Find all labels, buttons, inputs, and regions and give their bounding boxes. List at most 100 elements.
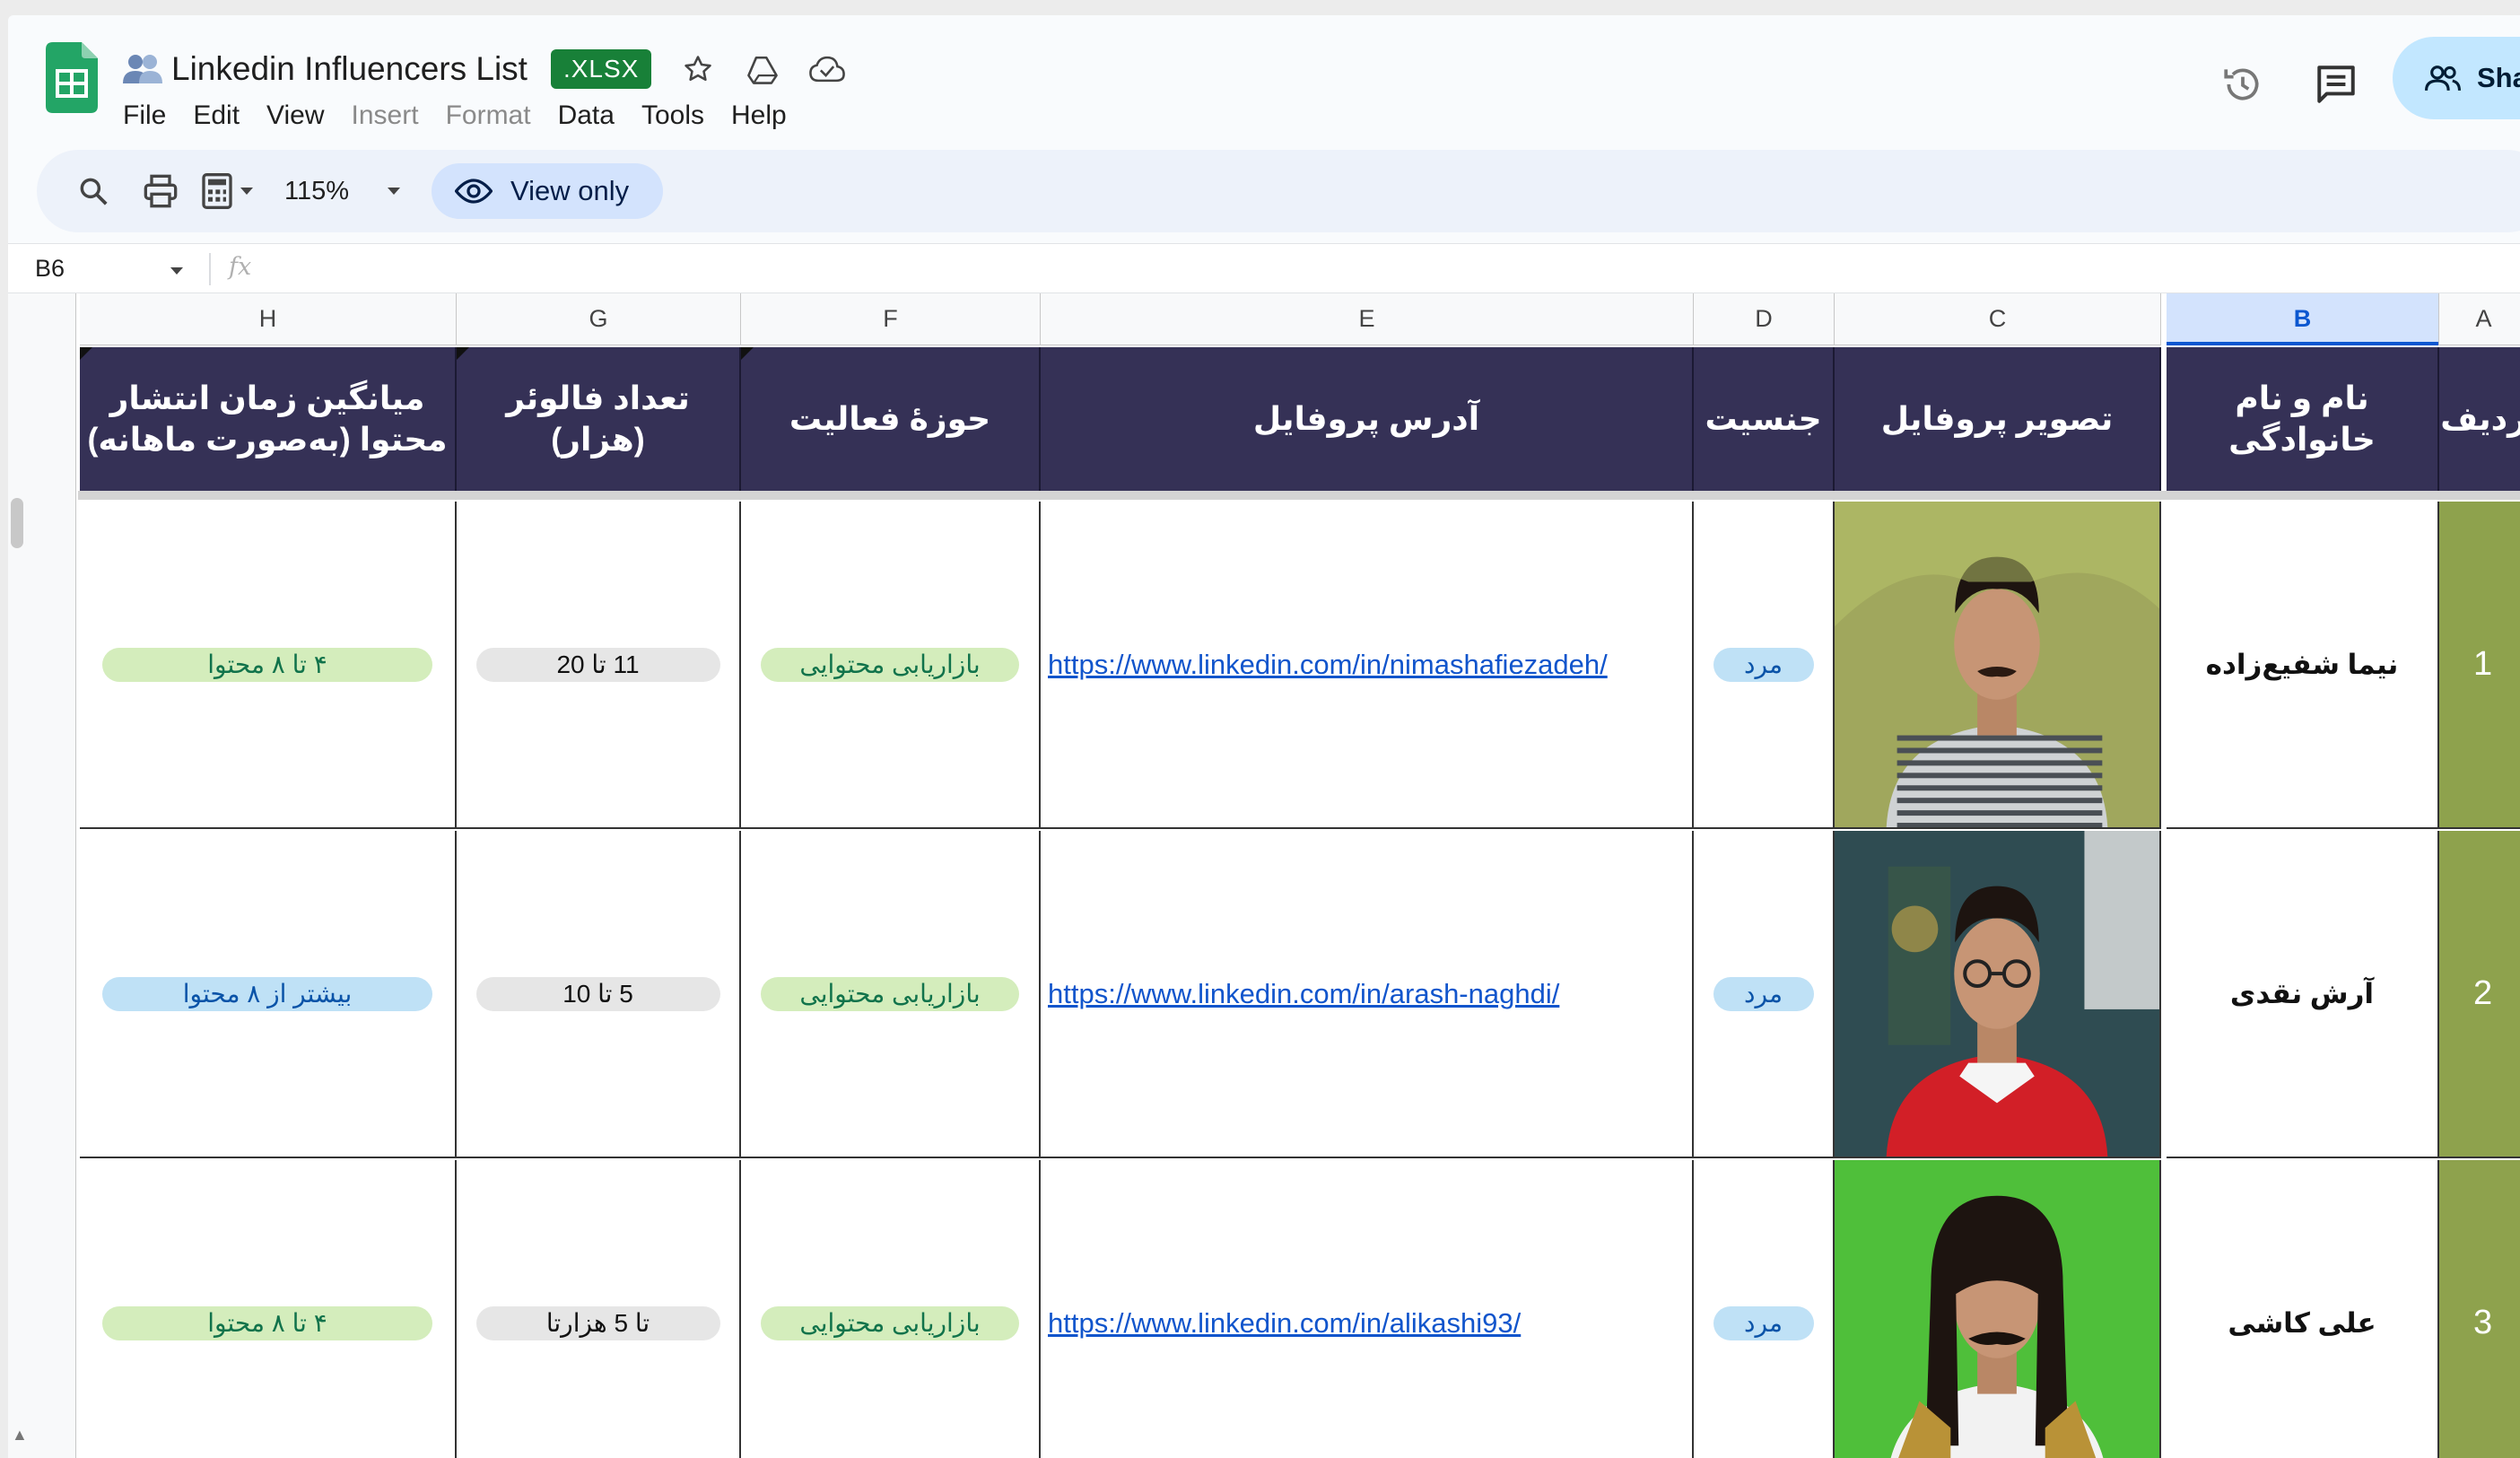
profile-photo	[1835, 1160, 2159, 1458]
column-header-c[interactable]: C	[1835, 293, 2161, 345]
header-cell-f[interactable]: حوزهٔ فعالیت	[741, 347, 1041, 491]
menu-insert[interactable]: Insert	[352, 100, 419, 131]
column-header-g[interactable]: G	[457, 293, 741, 345]
cell-a-row-2[interactable]: 2	[2439, 831, 2520, 1158]
frozen-row-divider[interactable]	[78, 491, 2520, 500]
cloud-saved-icon[interactable]	[809, 51, 846, 87]
view-only-button[interactable]: View only	[432, 163, 664, 219]
spreadsheet-grid: ▲ H G F E D C B A میانگین زمان انتشار محتوا (به‌…	[8, 293, 2520, 1458]
header-cell-e[interactable]: آدرس پروفایل	[1041, 347, 1694, 491]
name-box-dropdown-icon[interactable]	[170, 264, 184, 280]
cell-g-row-3[interactable]: تا 5 هزارتا	[457, 1160, 741, 1458]
header-cell-h[interactable]: میانگین زمان انتشار محتوا (به‌صورت ماهان…	[80, 347, 457, 491]
menu-edit[interactable]: Edit	[193, 100, 240, 131]
name-box[interactable]: B6	[35, 255, 65, 283]
cell-g-row-2[interactable]: 5 تا 10	[457, 831, 741, 1158]
header-cell-g[interactable]: تعداد فالوئر (هزار)	[457, 347, 741, 491]
cell-d-row-1[interactable]: مرد	[1694, 502, 1835, 829]
cell-b-row-2[interactable]: آرش نقدی	[2167, 831, 2439, 1158]
cell-f-row-1[interactable]: بازاریابی محتوایی	[741, 502, 1041, 829]
profile-photo	[1835, 502, 2159, 827]
profile-link[interactable]: https://www.linkedin.com/in/nimashafieza…	[1048, 649, 1608, 681]
cell-e-row-1[interactable]: https://www.linkedin.com/in/nimashafieza…	[1041, 502, 1694, 829]
document-title[interactable]: Linkedin Influencers List	[171, 50, 528, 88]
header-cell-b[interactable]: نام و نام خانوادگی	[2167, 347, 2439, 491]
person-name: علی کاشی	[2228, 1306, 2376, 1339]
sheets-window: Linkedin Influencers List .XLSX File Edit…	[8, 15, 2520, 1458]
formula-separator	[209, 253, 211, 285]
menu-format[interactable]: Format	[446, 100, 531, 131]
field-chip: بازاریابی محتوایی	[761, 1305, 1019, 1340]
header-cell-a[interactable]: ردیف	[2439, 347, 2520, 491]
menu-help[interactable]: Help	[731, 100, 787, 131]
field-chip: بازاریابی محتوایی	[761, 976, 1019, 1011]
header-cell-d[interactable]: جنسیت	[1694, 347, 1835, 491]
share-button[interactable]: Sha	[2393, 37, 2520, 119]
menu-file[interactable]: File	[123, 100, 166, 131]
gender-chip: مرد	[1713, 647, 1814, 682]
cell-c-row-3[interactable]	[1835, 1160, 2161, 1458]
profile-link[interactable]: https://www.linkedin.com/in/arash-naghdi…	[1048, 978, 1559, 1010]
menu-bar: File Edit View Insert Format Data Tools Help	[123, 98, 814, 134]
profile-link[interactable]: https://www.linkedin.com/in/alikashi93/	[1048, 1307, 1521, 1340]
frequency-chip: ۴ تا ۸ محتوا	[102, 647, 432, 682]
cell-f-row-3[interactable]: بازاریابی محتوایی	[741, 1160, 1041, 1458]
menu-data[interactable]: Data	[558, 100, 615, 131]
zoom-level[interactable]: 115%	[284, 177, 349, 206]
calculator-icon[interactable]	[200, 170, 234, 213]
column-header-a[interactable]: A	[2439, 293, 2520, 345]
menu-tools[interactable]: Tools	[641, 100, 704, 131]
cell-g-row-1[interactable]: 11 تا 20	[457, 502, 741, 829]
cell-c-row-2[interactable]	[1835, 831, 2161, 1158]
cell-c-row-1[interactable]	[1835, 502, 2161, 829]
frequency-chip: بیشتر از ۸ محتوا	[102, 976, 432, 1011]
file-type-badge: .XLSX	[550, 49, 652, 89]
people-icon	[123, 55, 162, 83]
eye-icon	[455, 179, 493, 204]
cell-e-row-2[interactable]: https://www.linkedin.com/in/arash-naghdi…	[1041, 831, 1694, 1158]
zoom-dropdown-icon[interactable]	[387, 170, 401, 213]
cell-e-row-3[interactable]: https://www.linkedin.com/in/alikashi93/	[1041, 1160, 1694, 1458]
header-cell-c[interactable]: تصویر پروفایل	[1835, 347, 2161, 491]
cell-f-row-2[interactable]: بازاریابی محتوایی	[741, 831, 1041, 1158]
cell-a-row-1[interactable]: 1	[2439, 502, 2520, 829]
person-name: آرش نقدی	[2229, 977, 2375, 1009]
star-icon[interactable]	[680, 51, 716, 87]
sheets-logo-icon[interactable]	[46, 42, 98, 113]
cell-d-row-3[interactable]: مرد	[1694, 1160, 1835, 1458]
toolbar: 115% View only	[37, 150, 2520, 232]
move-to-drive-icon[interactable]	[745, 51, 780, 87]
view-only-label: View only	[510, 175, 630, 206]
menu-view[interactable]: View	[266, 100, 324, 131]
person-name: نیما شفیع‌زاده	[2205, 648, 2399, 680]
print-icon[interactable]	[143, 170, 179, 213]
column-header-b[interactable]: B	[2167, 293, 2439, 345]
column-header-d[interactable]: D	[1694, 293, 1835, 345]
cell-d-row-2[interactable]: مرد	[1694, 831, 1835, 1158]
row-header-rail: ▲	[8, 293, 76, 1458]
scroll-down-arrow-icon[interactable]: ▲	[12, 1426, 28, 1445]
followers-chip: تا 5 هزارتا	[475, 1305, 720, 1340]
field-chip: بازاریابی محتوایی	[761, 647, 1019, 682]
column-header-f[interactable]: F	[741, 293, 1041, 345]
calculator-dropdown-icon[interactable]	[240, 170, 254, 213]
version-history-icon[interactable]	[2220, 62, 2265, 111]
share-label: Sha	[2477, 62, 2520, 93]
comments-icon[interactable]	[2314, 62, 2359, 111]
cell-b-row-3[interactable]: علی کاشی	[2167, 1160, 2439, 1458]
search-icon[interactable]	[76, 170, 110, 213]
cell-h-row-3[interactable]: ۴ تا ۸ محتوا	[80, 1160, 457, 1458]
column-header-h[interactable]: H	[80, 293, 457, 345]
vertical-scrollbar-thumb[interactable]	[11, 498, 23, 548]
row-number: 1	[2473, 645, 2493, 683]
title-row: Linkedin Influencers List .XLSX	[123, 42, 846, 96]
cell-b-row-1[interactable]: نیما شفیع‌زاده	[2167, 502, 2439, 829]
cell-h-row-1[interactable]: ۴ تا ۸ محتوا	[80, 502, 457, 829]
gender-chip: مرد	[1713, 976, 1814, 1011]
cell-h-row-2[interactable]: بیشتر از ۸ محتوا	[80, 831, 457, 1158]
row-number: 3	[2473, 1304, 2493, 1341]
column-header-e[interactable]: E	[1041, 293, 1694, 345]
formula-bar: B6 fx	[8, 243, 2520, 293]
followers-chip: 11 تا 20	[475, 647, 720, 682]
cell-a-row-3[interactable]: 3	[2439, 1160, 2520, 1458]
